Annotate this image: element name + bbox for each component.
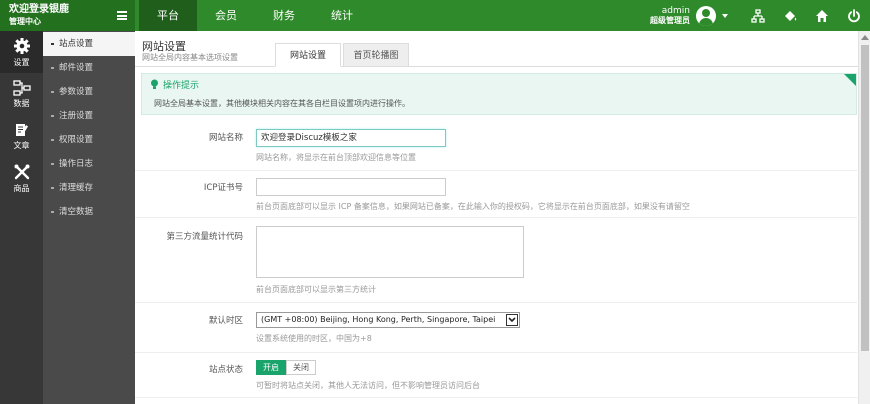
article-icon bbox=[15, 123, 28, 136]
label-site-name: 网站名称 bbox=[208, 133, 243, 143]
submenu-param-settings[interactable]: 参数设置 bbox=[43, 80, 135, 104]
site-name-input[interactable]: 欢迎登录Discuz模板之家 bbox=[256, 129, 446, 147]
tab-home-carousel[interactable]: 首页轮播图 bbox=[343, 43, 409, 67]
chevron-down-icon[interactable] bbox=[722, 13, 728, 18]
iconbar-goods[interactable]: 商品 bbox=[0, 157, 43, 199]
hint-site-status: 可暂时将站点关闭，其他人无法访问，但不影响管理员访问后台 bbox=[256, 381, 480, 390]
row-site-status: 站点状态 开启 关闭 可暂时将站点关闭，其他人无法访问，但不影响管理员访问后台 bbox=[135, 353, 857, 398]
iconbar-goods-label: 商品 bbox=[13, 183, 30, 193]
sitemap-icon bbox=[751, 8, 765, 23]
main-content: 网站设置 网站全局内容基本选项设置 网站设置 首页轮播图 操作提示 网站全局基本… bbox=[135, 31, 870, 404]
submenu-permission-settings[interactable]: 权限设置 bbox=[43, 128, 135, 152]
scrollbar[interactable] bbox=[858, 31, 870, 404]
status-off-button[interactable]: 关闭 bbox=[286, 360, 316, 375]
hint-site-name: 网站名称，将显示在前台顶部欢迎信息等位置 bbox=[256, 153, 416, 162]
tips-title-text: 操作提示 bbox=[163, 81, 200, 91]
submenu-site-settings[interactable]: 站点设置 bbox=[43, 32, 135, 56]
scroll-thumb[interactable] bbox=[861, 45, 869, 351]
submenu-clear-data[interactable]: 清空数据 bbox=[43, 200, 135, 224]
brand: 欢迎登录银鹿 管理中心 bbox=[0, 0, 135, 31]
submenu-mail-settings[interactable]: 邮件设置 bbox=[43, 56, 135, 80]
tab-divider bbox=[135, 66, 858, 67]
row-timezone: 默认时区 (GMT +08:00) Beijing, Hong Kong, Pe… bbox=[135, 303, 857, 353]
iconbar-settings-label: 设置 bbox=[13, 57, 30, 67]
tips-text: 网站全局基本设置，其他模块相关内容在其各自栏目设置项内进行操作。 bbox=[154, 99, 410, 108]
submenu-clear-cache[interactable]: 清理缓存 bbox=[43, 176, 135, 200]
scroll-up-icon[interactable] bbox=[861, 35, 869, 40]
submenu-operation-log[interactable]: 操作日志 bbox=[43, 152, 135, 176]
status-on-button[interactable]: 开启 bbox=[256, 360, 286, 375]
page-subtitle: 网站全局内容基本选项设置 bbox=[142, 53, 238, 62]
tips-title: 操作提示 bbox=[150, 78, 199, 91]
submenu-register-settings[interactable]: 注册设置 bbox=[43, 104, 135, 128]
iconbar-article-label: 文章 bbox=[13, 140, 30, 150]
tab-site-settings[interactable]: 网站设置 bbox=[275, 43, 341, 67]
icon-sidebar: 设置 数据 文章 商品 bbox=[0, 31, 43, 404]
hint-stats-code: 前台页面底部可以显示第三方统计 bbox=[256, 285, 376, 294]
top-bar: 欢迎登录银鹿 管理中心 平台 会员 财务 统计 admin 超级管理员 bbox=[0, 0, 870, 31]
row-site-name: 网站名称 欢迎登录Discuz模板之家 网站名称，将显示在前台顶部欢迎信息等位置 bbox=[135, 120, 857, 171]
label-stats-code: 第三方流量统计代码 bbox=[166, 232, 243, 242]
logout-button[interactable] bbox=[838, 0, 870, 31]
iconbar-data-label: 数据 bbox=[13, 98, 30, 108]
hint-icp: 前台页面底部可以显示 ICP 备案信息，如果网站已备案，在此输入你的授权码，它将… bbox=[256, 202, 690, 211]
tools-icon bbox=[14, 164, 29, 179]
timezone-select[interactable]: (GMT +08:00) Beijing, Hong Kong, Perth, … bbox=[256, 312, 520, 328]
home-button[interactable] bbox=[806, 0, 838, 31]
sub-sidebar: 站点设置 邮件设置 参数设置 注册设置 权限设置 操作日志 清理缓存 清空数据 bbox=[43, 31, 135, 404]
hint-timezone: 设置系统使用的时区，中国为+8 bbox=[256, 334, 372, 343]
user-info[interactable]: admin 超级管理员 bbox=[650, 6, 690, 26]
menu-toggle-icon[interactable] bbox=[117, 11, 127, 20]
row-stats-code: 第三方流量统计代码 前台页面底部可以显示第三方统计 bbox=[135, 218, 857, 303]
iconbar-settings[interactable]: 设置 bbox=[0, 31, 43, 73]
nav-finance[interactable]: 财务 bbox=[255, 0, 313, 31]
sitemap-button[interactable] bbox=[742, 0, 774, 31]
home-icon bbox=[816, 9, 828, 22]
top-right-area: admin 超级管理员 bbox=[650, 0, 870, 31]
power-icon bbox=[848, 8, 860, 22]
main-nav: 平台 会员 财务 统计 bbox=[139, 0, 371, 31]
stats-code-textarea[interactable] bbox=[256, 226, 524, 278]
nav-members[interactable]: 会员 bbox=[197, 0, 255, 31]
site-status-toggle: 开启 关闭 bbox=[256, 360, 316, 375]
avatar[interactable] bbox=[696, 5, 716, 26]
iconbar-article[interactable]: 文章 bbox=[0, 115, 43, 157]
row-icp: ICP证书号 前台页面底部可以显示 ICP 备案信息，如果网站已备案，在此输入你… bbox=[135, 171, 857, 218]
chevron-down-icon[interactable] bbox=[506, 314, 518, 326]
clear-cache-button[interactable] bbox=[774, 0, 806, 31]
icp-input[interactable] bbox=[256, 178, 446, 196]
data-icon bbox=[12, 79, 31, 96]
timezone-value: (GMT +08:00) Beijing, Hong Kong, Perth, … bbox=[261, 315, 496, 324]
iconbar-data[interactable]: 数据 bbox=[0, 73, 43, 115]
label-site-status: 站点状态 bbox=[208, 365, 243, 375]
nav-statistics[interactable]: 统计 bbox=[313, 0, 371, 31]
nav-platform[interactable]: 平台 bbox=[139, 0, 197, 31]
paint-bucket-icon bbox=[784, 10, 796, 21]
user-name: admin bbox=[661, 5, 690, 16]
gear-icon bbox=[13, 37, 30, 54]
tabs: 网站设置 首页轮播图 bbox=[275, 43, 411, 67]
label-icp: ICP证书号 bbox=[203, 183, 243, 193]
lightbulb-icon bbox=[151, 79, 158, 89]
label-timezone: 默认时区 bbox=[208, 316, 243, 326]
tips-panel: 操作提示 网站全局基本设置，其他模块相关内容在其各自栏目设置项内进行操作。 bbox=[141, 73, 857, 115]
user-role: 超级管理员 bbox=[650, 15, 690, 25]
corner-marker bbox=[844, 74, 856, 86]
